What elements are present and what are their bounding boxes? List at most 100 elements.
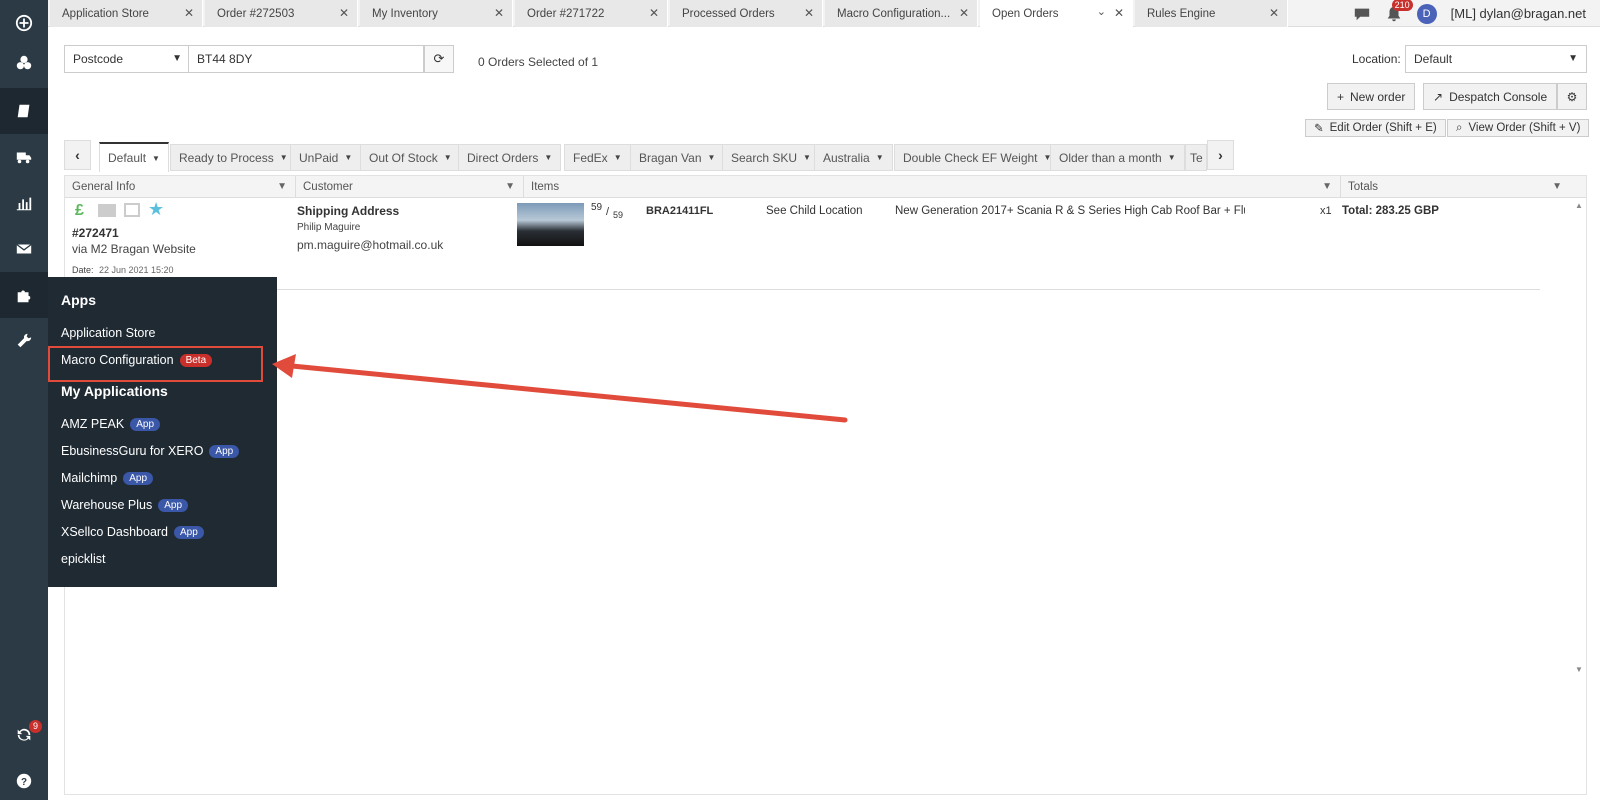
menu-item-label: Application Store [61, 326, 156, 340]
star-icon[interactable]: ★ [148, 199, 164, 220]
annotation-arrow [272, 354, 848, 423]
view-tab-out-of-stock[interactable]: Out Of Stock ▼ [360, 144, 461, 171]
mail-icon[interactable] [0, 226, 48, 272]
despatch-console-button[interactable]: ↗ Despatch Console [1423, 83, 1558, 110]
edit-order-button[interactable]: ✎ Edit Order (Shift + E) [1305, 119, 1446, 137]
close-icon[interactable]: ✕ [1114, 6, 1124, 20]
tab-open-orders[interactable]: Open Orders ⌄ ✕ [980, 0, 1133, 27]
reports-chart-icon[interactable] [0, 180, 48, 226]
item-location: See Child Location [766, 205, 863, 217]
location-select[interactable]: Default ▼ [1405, 45, 1587, 73]
view-tab-default[interactable]: Default ▼ [99, 142, 169, 172]
menu-item-epicklist[interactable]: epicklist [61, 552, 105, 566]
view-tab-australia[interactable]: Australia ▼ [814, 144, 893, 171]
view-tab-label: Older than a month [1059, 150, 1162, 165]
paid-currency-icon: £ [75, 202, 84, 219]
despatch-console-label: Despatch Console [1449, 89, 1548, 104]
view-tab-ready-to-process[interactable]: Ready to Process ▼ [170, 144, 297, 171]
view-tab-older-than-a-month[interactable]: Older than a month ▼ [1050, 144, 1185, 171]
product-thumbnail[interactable] [517, 203, 584, 246]
item-title[interactable]: New Generation 2017+ Scania R & S Series… [895, 205, 1245, 217]
close-icon[interactable]: ✕ [184, 6, 194, 20]
view-tab-unpaid[interactable]: UnPaid ▼ [290, 144, 362, 171]
table-row[interactable]: £ ★ #272471 via M2 Bragan Website Date: … [65, 198, 1540, 290]
close-icon[interactable]: ✕ [1269, 6, 1279, 20]
view-tab-label: Bragan Van [639, 150, 702, 165]
new-order-button[interactable]: + New order [1327, 83, 1416, 110]
column-header-general-info[interactable]: General Info ▼ [65, 176, 296, 198]
help-icon[interactable]: ? [0, 758, 48, 800]
column-header-totals[interactable]: Totals ▼ [1341, 176, 1570, 198]
view-tab-direct-orders[interactable]: Direct Orders ▼ [458, 144, 562, 171]
refresh-button[interactable]: ⟳ [424, 45, 454, 73]
menu-item-label: Mailchimp [61, 471, 118, 485]
view-tabs-prev-button[interactable]: ‹ [64, 140, 91, 170]
view-tab-bragan-van[interactable]: Bragan Van ▼ [630, 144, 725, 171]
settings-gear-button[interactable]: ⚙ [1557, 83, 1587, 110]
edit-order-label: Edit Order (Shift + E) [1329, 122, 1437, 134]
chat-icon[interactable] [1353, 5, 1371, 23]
filter-icon[interactable]: ▼ [1322, 176, 1332, 198]
close-icon[interactable]: ✕ [339, 6, 349, 20]
chevron-down-icon: ▼ [172, 53, 182, 64]
view-tab-label: UnPaid [299, 150, 339, 165]
tab-order-271722[interactable]: Order #271722 ✕ [515, 0, 668, 27]
user-account-label[interactable]: [ML] dylan@bragan.net [1451, 6, 1586, 21]
column-header-label: General Info [72, 181, 136, 193]
search-field-select[interactable]: Postcode ▼ [64, 45, 189, 73]
caret-down-icon: ▼ [1167, 153, 1176, 162]
bell-icon[interactable]: 210 [1385, 0, 1413, 23]
item-sku[interactable]: BRA21411FL [646, 205, 713, 217]
filter-icon[interactable]: ▼ [277, 176, 287, 198]
close-icon[interactable]: ✕ [804, 6, 814, 20]
orders-grid: General Info ▼ Customer ▼ Items ▼ Totals… [64, 175, 1587, 795]
view-tab-search-sku[interactable]: Search SKU ▼ [722, 144, 820, 171]
view-tab-label: Default [108, 151, 147, 165]
scroll-down-arrow-icon[interactable]: ▼ [1575, 665, 1583, 674]
column-header-items[interactable]: Items ▼ [524, 176, 1341, 198]
print-icon[interactable] [124, 203, 140, 217]
inventory-icon[interactable] [0, 40, 48, 86]
shipping-truck-icon[interactable] [0, 134, 48, 180]
close-icon[interactable]: ✕ [959, 6, 969, 20]
app-badge: App [123, 471, 154, 485]
menu-item-label: Warehouse Plus [61, 498, 153, 512]
tab-macro-configuration[interactable]: Macro Configuration... ✕ [825, 0, 978, 27]
location-label: Location: [1352, 52, 1401, 66]
view-tab-truncated[interactable]: Te [1185, 144, 1207, 171]
avatar[interactable]: D [1416, 3, 1437, 24]
view-tab-fedex[interactable]: FedEx ▼ [564, 144, 631, 171]
menu-item-mailchimp[interactable]: Mailchimp App [61, 471, 154, 485]
scroll-up-arrow-icon[interactable]: ▲ [1575, 201, 1583, 210]
email-icon[interactable] [98, 204, 116, 217]
tab-application-store[interactable]: Application Store ✕ [50, 0, 203, 27]
sync-icon[interactable]: 9 [0, 712, 48, 758]
settings-wrench-icon[interactable] [0, 318, 48, 364]
order-number[interactable]: #272471 [72, 226, 119, 240]
view-order-button[interactable]: ⌕ View Order (Shift + V) [1447, 119, 1590, 137]
close-icon[interactable]: ✕ [649, 6, 659, 20]
menu-item-label: EbusinessGuru for XERO [61, 444, 204, 458]
menu-item-xsellco-dashboard[interactable]: XSellco Dashboard App [61, 525, 204, 539]
apps-heading: Apps [61, 292, 96, 308]
filter-icon[interactable]: ▼ [505, 176, 515, 198]
search-input[interactable] [189, 45, 424, 73]
customer-email[interactable]: pm.maguire@hotmail.co.uk [297, 238, 443, 252]
view-tab-double-check-ef-weight[interactable]: Double Check EF Weight ▼ [894, 144, 1061, 171]
tab-processed-orders[interactable]: Processed Orders ✕ [670, 0, 823, 27]
menu-item-ebusinessguru-xero[interactable]: EbusinessGuru for XERO App [61, 444, 240, 458]
tab-order-272503[interactable]: Order #272503 ✕ [205, 0, 358, 27]
menu-item-amz-peak[interactable]: AMZ PEAK App [61, 417, 161, 431]
apps-puzzle-icon[interactable] [0, 272, 48, 318]
menu-item-warehouse-plus[interactable]: Warehouse Plus App [61, 498, 189, 512]
column-header-customer[interactable]: Customer ▼ [296, 176, 524, 198]
filter-icon[interactable]: ▼ [1552, 176, 1562, 198]
grid-scrollbar[interactable]: ▲ ▼ [1572, 198, 1586, 676]
view-tabs-next-button[interactable]: › [1207, 140, 1234, 170]
menu-item-application-store[interactable]: Application Store [61, 326, 156, 340]
tab-my-inventory[interactable]: My Inventory ✕ [360, 0, 513, 27]
close-icon[interactable]: ✕ [494, 6, 504, 20]
orders-book-icon[interactable] [0, 88, 48, 134]
chevron-down-icon[interactable]: ⌄ [1097, 5, 1106, 18]
tab-rules-engine[interactable]: Rules Engine ✕ [1135, 0, 1288, 27]
